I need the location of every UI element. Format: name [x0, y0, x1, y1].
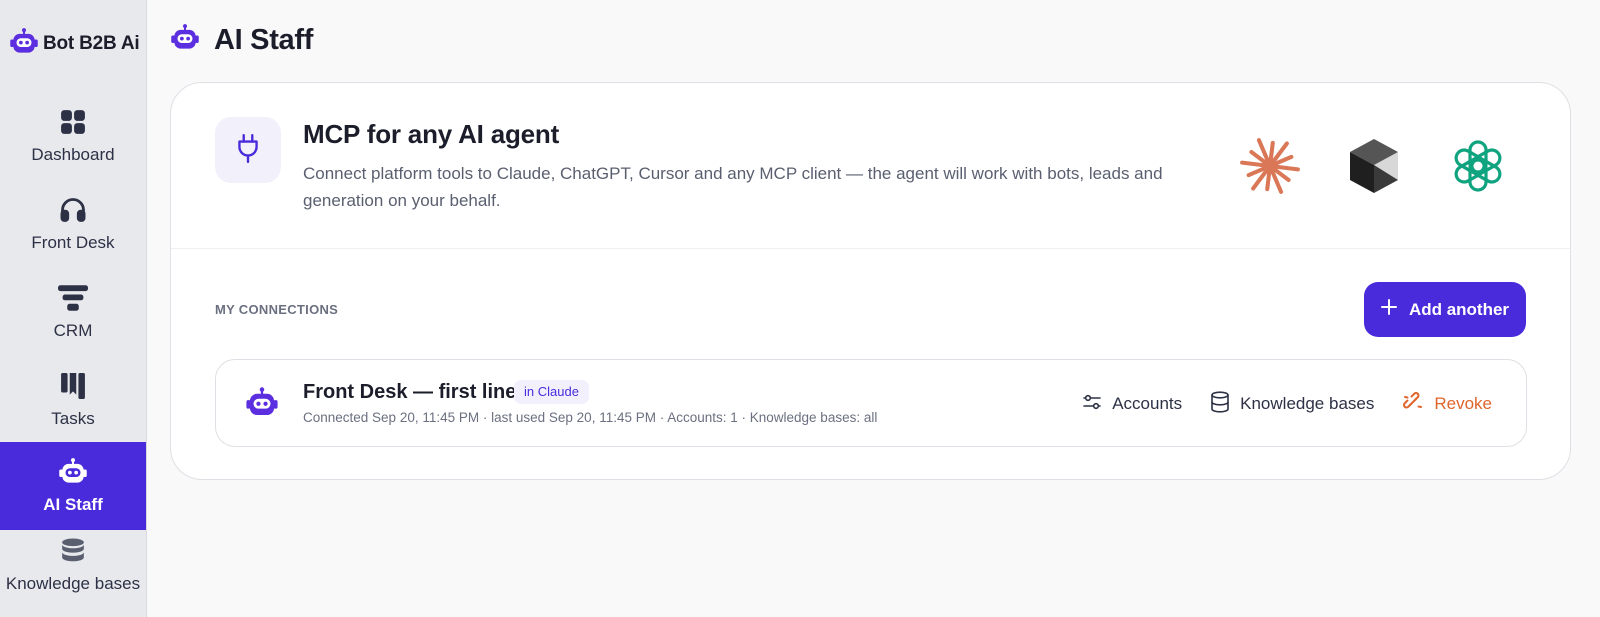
add-another-label: Add another	[1408, 299, 1510, 319]
grid-icon	[58, 107, 88, 137]
plus-icon	[1380, 299, 1397, 320]
connection-meta: Connected Sep 20, 11:45 PM · last used S…	[303, 410, 878, 425]
add-another-button[interactable]: Add another	[1364, 282, 1526, 337]
sidebar-item-label: Front Desk	[31, 233, 115, 252]
robot-icon	[9, 27, 39, 62]
revoke-button[interactable]: Revoke	[1402, 391, 1492, 418]
sidebar-item-label: Dashboard	[31, 145, 115, 164]
brand[interactable]: Bot B2B Ai	[9, 27, 140, 62]
page-header: AI Staff	[170, 22, 313, 58]
robot-icon	[58, 457, 88, 487]
sidebar-item-knowledge-bases[interactable]: Knowledge bases	[0, 530, 146, 617]
sidebar-item-label: Tasks	[51, 409, 95, 428]
sidebar-item-label: Knowledge bases	[5, 574, 141, 593]
cursor-logo	[1342, 134, 1406, 198]
sidebar: Bot B2B Ai Dashboard Front Desk CRM Task…	[0, 0, 147, 617]
database-icon	[1210, 390, 1230, 418]
page-title: AI Staff	[214, 23, 314, 56]
connection-actions: Accounts Knowledge bases Revoke	[1082, 388, 1492, 420]
chatgpt-logo	[1446, 134, 1510, 198]
sidebar-item-ai-staff[interactable]: AI Staff	[0, 442, 146, 530]
sidebar-item-label: AI Staff	[43, 495, 103, 514]
kanban-icon	[58, 371, 88, 401]
robot-icon	[170, 23, 200, 58]
revoke-label: Revoke	[1434, 394, 1492, 413]
brand-name: Bot B2B Ai	[43, 33, 140, 54]
broken-link-icon	[1402, 391, 1424, 418]
database-icon	[58, 536, 88, 566]
sidebar-item-dashboard[interactable]: Dashboard	[0, 92, 146, 180]
sidebar-item-crm[interactable]: CRM	[0, 268, 146, 356]
mcp-description: Connect platform tools to Claude, ChatGP…	[303, 164, 1163, 210]
sidebar-item-front-desk[interactable]: Front Desk	[0, 180, 146, 268]
plug-icon	[235, 133, 261, 168]
connections-header: MY CONNECTIONS	[215, 302, 339, 317]
sidebar-item-label: CRM	[53, 321, 93, 340]
knowledge-bases-button[interactable]: Knowledge bases	[1210, 390, 1375, 418]
claude-logo	[1238, 134, 1302, 198]
connection-name: Front Desk — first line	[303, 381, 517, 403]
client-logos	[1238, 133, 1510, 199]
divider	[171, 248, 1570, 249]
robot-icon	[245, 386, 281, 422]
connection-row: Front Desk — first line in Claude Connec…	[215, 359, 1527, 447]
sidebar-item-tasks[interactable]: Tasks	[0, 356, 146, 444]
mcp-icon-box	[215, 117, 281, 183]
headset-icon	[58, 195, 88, 225]
mcp-card: MCP for any AI agent Connect platform to…	[170, 82, 1571, 480]
funnel-icon	[58, 283, 88, 313]
knowledge-bases-label: Knowledge bases	[1240, 394, 1375, 413]
accounts-label: Accounts	[1112, 394, 1183, 413]
sliders-icon	[1082, 392, 1102, 417]
accounts-button[interactable]: Accounts	[1082, 392, 1182, 417]
connection-client-badge: in Claude	[514, 380, 589, 404]
mcp-title: MCP for any AI agent	[303, 119, 560, 149]
